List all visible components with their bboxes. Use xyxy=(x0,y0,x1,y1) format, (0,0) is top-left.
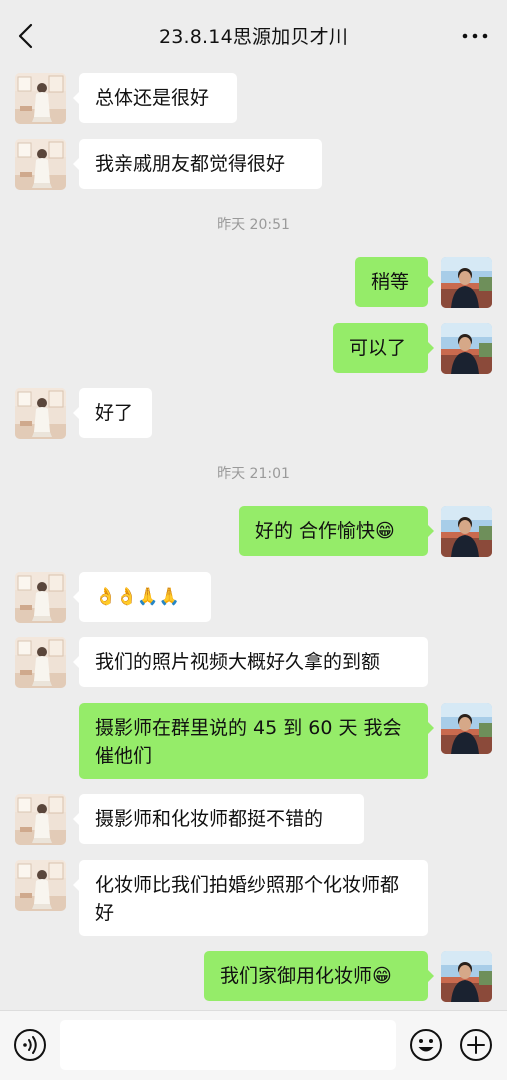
contact-avatar[interactable] xyxy=(15,860,66,911)
emoji-icon[interactable] xyxy=(409,1028,443,1062)
contact-avatar[interactable] xyxy=(15,637,66,688)
voice-icon[interactable] xyxy=(13,1028,47,1062)
contact-avatar[interactable] xyxy=(15,139,66,190)
contact-avatar[interactable] xyxy=(15,572,66,623)
my-avatar[interactable] xyxy=(441,951,492,1002)
my-avatar[interactable] xyxy=(441,257,492,308)
more-horizontal-icon[interactable] xyxy=(461,24,489,48)
outgoing-message[interactable]: 我们家御用化妆师😁 xyxy=(204,951,434,1001)
my-avatar[interactable] xyxy=(441,323,492,374)
incoming-message[interactable]: 好了 xyxy=(73,388,152,438)
chat-title: 23.8.14思源加贝才川 xyxy=(158,26,349,48)
contact-avatar[interactable] xyxy=(15,73,66,124)
outgoing-message[interactable]: 可以了 xyxy=(333,323,434,373)
my-avatar[interactable] xyxy=(441,506,492,557)
contact-avatar[interactable] xyxy=(15,794,66,845)
message-input[interactable] xyxy=(60,1020,396,1070)
contact-avatar[interactable] xyxy=(15,388,66,439)
my-avatar[interactable] xyxy=(441,703,492,754)
time-divider: 昨天 21:01 xyxy=(217,466,290,482)
incoming-message[interactable]: 我亲戚朋友都觉得很好 xyxy=(73,139,322,189)
incoming-message[interactable]: 摄影师和化妆师都挺不错的 xyxy=(73,794,364,844)
input-bar xyxy=(0,1010,507,1080)
plus-icon[interactable] xyxy=(459,1028,493,1062)
incoming-message[interactable]: 总体还是很好 xyxy=(73,73,237,123)
outgoing-message[interactable]: 摄影师在群里说的 45 到 60 天 我会催他们 xyxy=(79,703,434,779)
message-list[interactable]: 总体还是很好 我亲戚朋友都觉得很好 昨天 20:51 稍等 可以了 好了 昨天 … xyxy=(0,70,507,1010)
time-divider: 昨天 20:51 xyxy=(217,217,290,233)
incoming-message[interactable]: 我们的照片视频大概好久拿的到额 xyxy=(73,637,428,687)
incoming-message[interactable]: 👌👌🙏🙏 xyxy=(73,572,211,622)
outgoing-message[interactable]: 稍等 xyxy=(355,257,434,307)
outgoing-message[interactable]: 好的 合作愉快😁 xyxy=(239,506,434,556)
chat-header: 23.8.14思源加贝才川 xyxy=(0,0,507,70)
incoming-message[interactable]: 化妆师比我们拍婚纱照那个化妆师都好 xyxy=(73,860,428,936)
